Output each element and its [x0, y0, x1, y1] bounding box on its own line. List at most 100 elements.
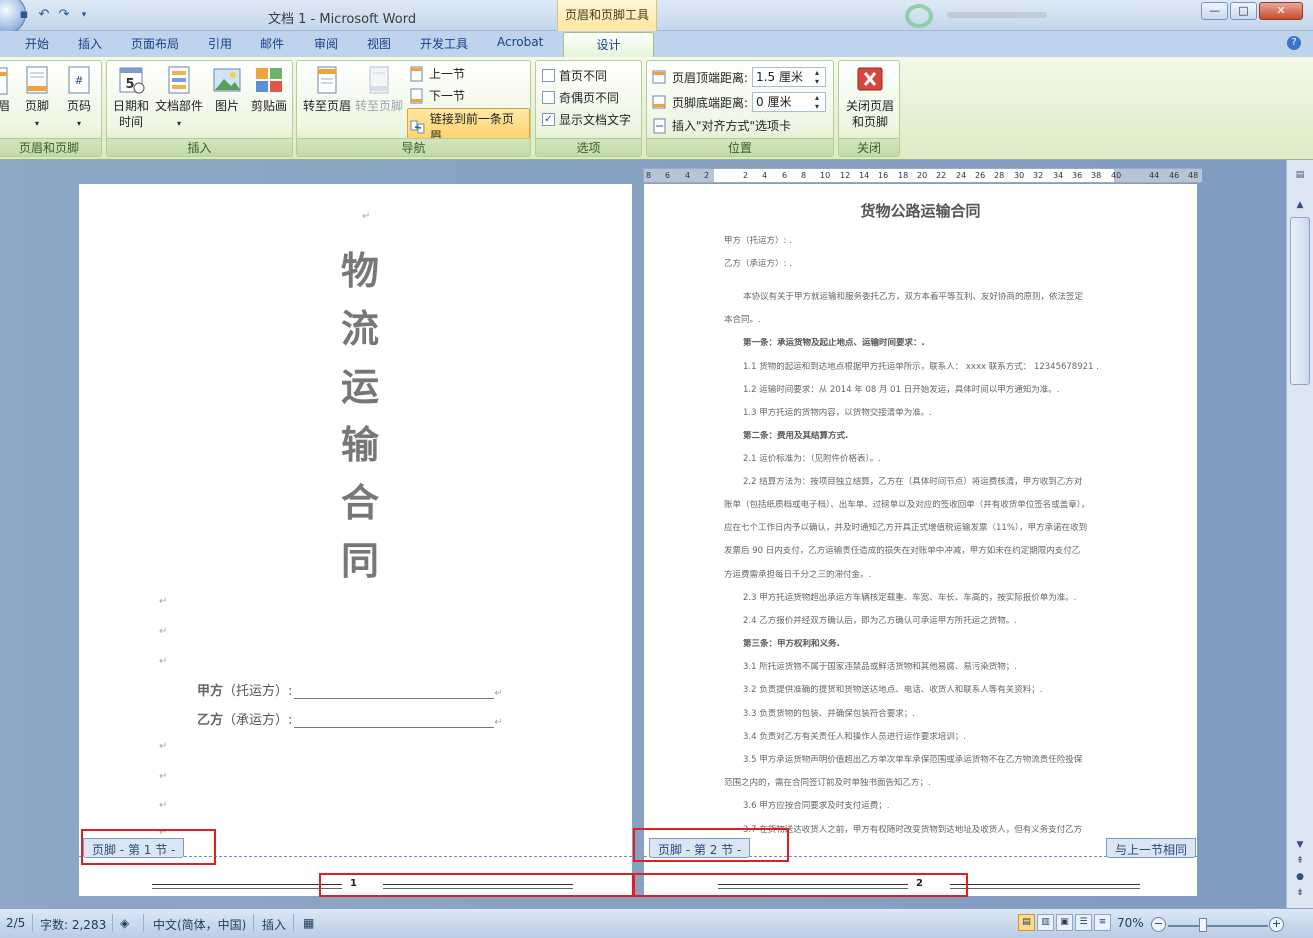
tab-insert[interactable]: 插入 [78, 35, 102, 52]
contract-heading: 货物公路运输合同 [860, 202, 981, 220]
tab-developer[interactable]: 开发工具 [420, 35, 468, 52]
contract-text-line: 3.4 负责对乙方有关责任人和操作人员进行运作要求培训；. [743, 732, 966, 742]
tab-view[interactable]: 视图 [367, 35, 391, 52]
group-label-insert: 插入 [107, 138, 292, 156]
checkbox-odd-even[interactable] [542, 91, 555, 104]
show-document-text-checkbox[interactable]: ✓ 显示文档文字 [542, 111, 631, 128]
header-button[interactable]: 眉 [0, 64, 11, 114]
clip-art-icon [256, 68, 282, 92]
zoom-slider-knob[interactable] [1199, 918, 1207, 932]
link-icon [410, 120, 425, 134]
zoom-level[interactable]: 70% [1117, 916, 1144, 930]
draft-view-icon[interactable]: ≡ [1094, 914, 1111, 931]
minimize-button[interactable]: — [1201, 2, 1228, 20]
browse-object-icon[interactable]: ● [1290, 872, 1310, 888]
proofing-icon[interactable]: ◈ [120, 916, 129, 930]
save-icon[interactable]: ▪ [16, 7, 32, 23]
checkbox-show-text[interactable]: ✓ [542, 113, 555, 126]
page-indicator[interactable]: 2/5 [6, 916, 25, 930]
tab-acrobat[interactable]: Acrobat [497, 35, 543, 49]
vertical-scrollbar[interactable]: ▤ ▲ ▼ ⇞ ● ⇟ [1286, 160, 1313, 908]
ruler-tick-label: 28 [994, 171, 1005, 180]
customize-qat-icon[interactable]: ▾ [76, 7, 92, 23]
window-controls: — □ ✕ [1201, 2, 1303, 20]
ruler-tick-label: 26 [975, 171, 986, 180]
contract-text-line: 本合同。. [724, 315, 761, 325]
contract-text-line: 本协议有关于甲方就运输和服务委托乙方，双方本着平等互利、友好协商的原则，依法签定 [743, 292, 1084, 302]
cover-title-char: 物 [341, 249, 380, 293]
tab-references[interactable]: 引用 [208, 35, 232, 52]
svg-text:5: 5 [125, 77, 134, 92]
zoom-out-button[interactable]: − [1151, 917, 1166, 932]
ruler-tick-label: 8 [646, 171, 652, 180]
calendar-icon: 5 [119, 67, 145, 94]
header-distance-input[interactable]: 1.5 厘米 [752, 67, 827, 87]
print-layout-view-icon[interactable]: ▤ [1018, 914, 1035, 931]
alignment-tab-icon [653, 118, 666, 133]
horizontal-ruler[interactable]: 8 6 4 2 2 4 6 8 10 12 14 16 18 20 22 24 26 28 30 32 34 36 38 40… [643, 168, 1202, 183]
insert-mode[interactable]: 插入 [262, 916, 286, 933]
previous-section-button[interactable]: 上一节 [409, 65, 465, 82]
ruler-toggle-icon[interactable]: ▤ [1290, 170, 1310, 186]
group-options: 首页不同 奇偶页不同 ✓ 显示文档文字 选项 [535, 60, 642, 157]
ruler-tick-label: 6 [665, 171, 671, 180]
redo-icon[interactable]: ↷ [56, 7, 72, 23]
ruler-tick-label: 22 [936, 171, 947, 180]
maximize-button[interactable]: □ [1230, 2, 1257, 20]
word-count[interactable]: 字数: 2,283 [40, 916, 106, 933]
contract-text-line: 1.3 甲方托运的货物内容，以货物交接清单为准。. [743, 408, 932, 418]
party-b-blank[interactable] [294, 714, 495, 728]
checkbox-first-page[interactable] [542, 69, 555, 82]
close-button[interactable]: ✕ [1259, 2, 1303, 20]
full-screen-reading-icon[interactable]: ▥ [1037, 914, 1054, 931]
goto-header-button[interactable]: 转至页眉 [301, 64, 353, 114]
contract-text-line: 第二条：费用及其结算方式. [743, 431, 849, 441]
web-layout-icon[interactable]: ▣ [1056, 914, 1073, 931]
scroll-thumb[interactable] [1290, 217, 1310, 385]
zoom-in-button[interactable]: + [1269, 917, 1284, 932]
contract-text-line: 1.2 运输时间要求：从 2014 年 08 月 01 日开始发运，具体时间以甲… [743, 385, 1060, 395]
undo-icon[interactable]: ↶ [36, 7, 52, 23]
party-a-blank[interactable] [294, 685, 495, 699]
contract-text-line: 3.2 负责提供准确的提货和货物送达地点、电话、收货人和联系人等有关资料；. [743, 685, 1043, 695]
cover-title-char: 输 [341, 423, 380, 467]
macro-record-icon[interactable]: ▦ [303, 916, 314, 930]
tab-mailings[interactable]: 邮件 [260, 35, 284, 52]
tab-page-layout[interactable]: 页面布局 [131, 35, 179, 52]
tab-home[interactable]: 开始 [25, 35, 49, 52]
page-2[interactable]: 货物公路运输合同 甲方（托运方）: . 乙方（承运方）: . 本协议有关于甲方就运输… [644, 184, 1197, 896]
next-page-icon[interactable]: ⇟ [1290, 888, 1310, 904]
outline-view-icon[interactable]: ☰ [1075, 914, 1092, 931]
scroll-down-arrow[interactable]: ▼ [1290, 840, 1310, 856]
page-number-button[interactable]: # 页码 ▾ [61, 64, 97, 132]
group-header-footer: 眉 页脚 ▾ # 页码 ▾ 页眉和页脚 [0, 60, 102, 157]
group-close: 关闭页眉 和页脚 关闭 [838, 60, 900, 157]
footer-button[interactable]: 页脚 ▾ [19, 64, 55, 132]
red-highlight-footer-tab-2 [633, 828, 789, 862]
quick-parts-button[interactable]: 文档部件 ▾ [153, 64, 205, 132]
ruler-tick-label: 16 [878, 171, 889, 180]
zoom-slider[interactable] [1168, 925, 1268, 927]
svg-text:#: # [74, 74, 83, 87]
different-first-page-checkbox[interactable]: 首页不同 [542, 67, 607, 84]
tab-design[interactable]: 设计 [563, 32, 654, 58]
next-section-button[interactable]: 下一节 [409, 87, 465, 104]
contract-text-line: 乙方（承运方）: . [724, 259, 792, 269]
footer-distance-input[interactable]: 0 厘米 [752, 92, 827, 112]
scroll-up-arrow[interactable]: ▲ [1290, 200, 1310, 216]
tab-review[interactable]: 审阅 [314, 35, 338, 52]
close-header-footer-button[interactable]: 关闭页眉 和页脚 [842, 64, 898, 130]
insert-alignment-tab-button[interactable]: 插入"对齐方式"选项卡 [652, 117, 791, 134]
ruler-tick-label: 44 [1149, 171, 1160, 180]
language-indicator[interactable]: 中文(简体，中国) [153, 916, 246, 933]
picture-button[interactable]: 图片 [208, 64, 246, 114]
date-time-button[interactable]: 5 日期和 时间 [110, 64, 152, 130]
ruler-tick-label: 48 [1188, 171, 1199, 180]
contract-text-line: 发票后 90 日内支付，乙方运输责任造成的损失在对账单中冲减，甲方如未在约定期限… [724, 546, 1081, 556]
help-icon[interactable]: ? [1287, 36, 1301, 50]
page-1[interactable]: ↵ 物流运输合同 ↵ ↵ ↵ 甲方 （托运方）: ↵ 乙方 （承运方）: ↵ ↵… [79, 184, 632, 896]
previous-page-icon[interactable]: ⇞ [1290, 856, 1310, 872]
different-odd-even-checkbox[interactable]: 奇偶页不同 [542, 89, 619, 106]
clip-art-button[interactable]: 剪贴画 [248, 64, 290, 114]
ruler-tick-label: 20 [917, 171, 928, 180]
